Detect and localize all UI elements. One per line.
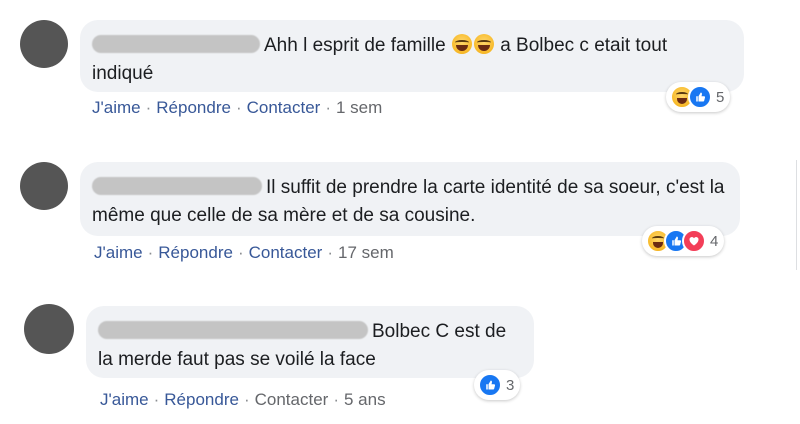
comment-bubble: Il suffit de prendre la carte identité d… xyxy=(80,162,740,236)
contact-link[interactable]: Contacter xyxy=(255,390,329,409)
reactions-summary[interactable]: 5 xyxy=(666,82,731,112)
comment-actions: J'aime · Répondre · Contacter · 5 ans xyxy=(100,390,386,410)
reaction-count: 5 xyxy=(716,88,725,106)
reply-link[interactable]: Répondre xyxy=(156,98,231,117)
separator: · xyxy=(325,98,331,117)
laughing-emoji-icon xyxy=(473,34,494,54)
comment-text: Ahh l esprit de famille xyxy=(264,35,446,56)
separator: · xyxy=(235,98,242,117)
reactions-summary[interactable]: 4 xyxy=(642,226,725,256)
contact-link[interactable]: Contacter xyxy=(249,243,323,262)
comment-actions: J'aime · Répondre · Contacter · 1 sem xyxy=(92,98,382,118)
comment-actions: J'aime · Répondre · Contacter · 17 sem xyxy=(94,243,394,263)
timestamp-link[interactable]: 17 sem xyxy=(338,243,394,262)
separator: · xyxy=(237,243,244,262)
reply-link[interactable]: Répondre xyxy=(164,390,239,409)
comment-bubble: Bolbec C est de la merde faut pas se voi… xyxy=(86,306,534,378)
like-reaction-icon xyxy=(478,373,502,397)
redacted-author-name[interactable] xyxy=(92,35,260,53)
separator: · xyxy=(153,390,160,409)
commenter-avatar[interactable] xyxy=(20,162,68,210)
reply-link[interactable]: Répondre xyxy=(158,243,233,262)
reaction-count: 4 xyxy=(710,232,719,250)
separator: · xyxy=(147,243,154,262)
laughing-emoji-icon xyxy=(451,34,472,54)
divider xyxy=(796,160,797,270)
separator: · xyxy=(243,390,250,409)
commenter-avatar[interactable] xyxy=(24,304,74,354)
reactions-summary[interactable]: 3 xyxy=(474,370,521,400)
separator: · xyxy=(145,98,152,117)
love-reaction-icon xyxy=(682,229,706,253)
timestamp-link[interactable]: 1 sem xyxy=(336,98,382,117)
redacted-author-name[interactable] xyxy=(98,321,368,339)
reaction-count: 3 xyxy=(506,376,515,394)
comment-bubble: Ahh l esprit de famille a Bolbec c etait… xyxy=(80,20,744,92)
separator: · xyxy=(333,390,339,409)
comments-page: Ahh l esprit de famille a Bolbec c etait… xyxy=(0,0,800,424)
commenter-avatar[interactable] xyxy=(20,20,68,68)
like-link[interactable]: J'aime xyxy=(92,98,141,117)
like-reaction-icon xyxy=(688,85,712,109)
contact-link[interactable]: Contacter xyxy=(247,98,321,117)
timestamp-link[interactable]: 5 ans xyxy=(344,390,386,409)
like-link[interactable]: J'aime xyxy=(100,390,149,409)
like-link[interactable]: J'aime xyxy=(94,243,143,262)
separator: · xyxy=(327,243,333,262)
redacted-author-name[interactable] xyxy=(92,177,262,195)
